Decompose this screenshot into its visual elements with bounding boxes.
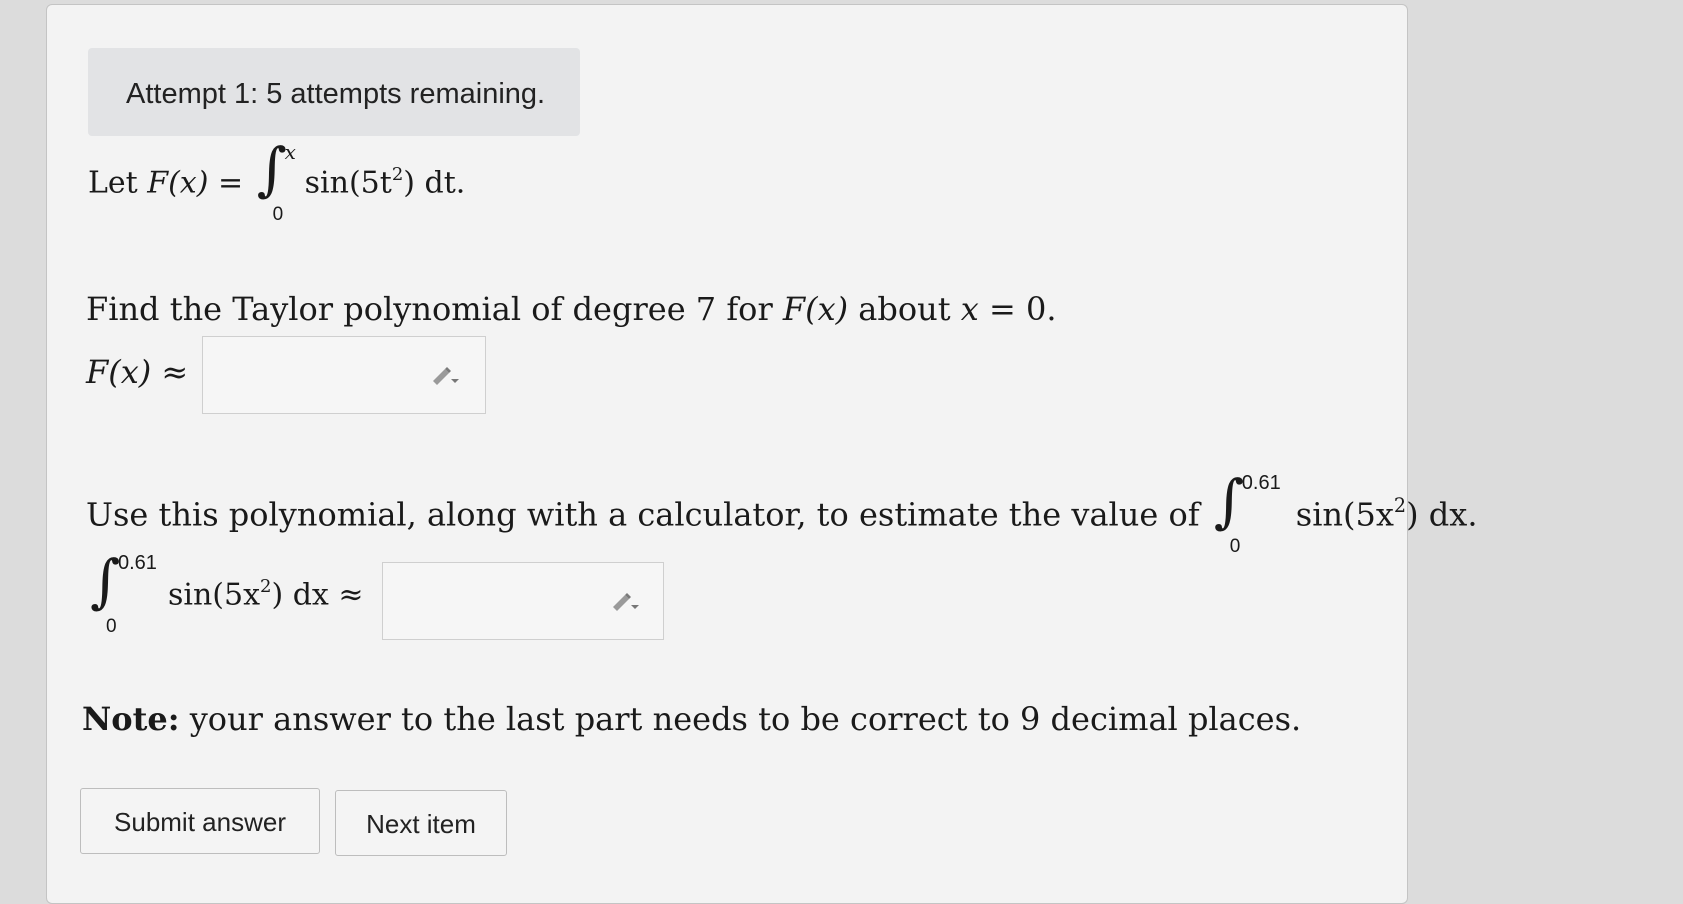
- pencil-icon[interactable]: [429, 363, 459, 385]
- integrand: sin(5t: [304, 165, 392, 201]
- integral-sign: ∫ 0.61 0: [1213, 467, 1281, 558]
- question-1-text: Find the Taylor polynomial of degree 7 f…: [86, 290, 1057, 328]
- q1-function: F(x): [782, 290, 849, 328]
- note-text: your answer to the last part needs to be…: [179, 700, 1302, 738]
- q1-text-part: about: [848, 290, 961, 328]
- lower-limit: 0: [272, 204, 284, 226]
- integral-sign: ∫ 0.61 0: [90, 547, 157, 638]
- attempt-banner: Attempt 1: 5 attempts remaining.: [88, 48, 580, 136]
- upper-limit: x: [284, 140, 296, 165]
- integral-estimate-input[interactable]: [382, 562, 664, 640]
- q1-text-part: Find the Taylor polynomial of degree 7 f…: [86, 290, 783, 328]
- exponent: 2: [391, 164, 404, 185]
- q2-answer-label: ∫ 0.61 0 sin(5x2) dx ≈: [86, 547, 364, 638]
- lower-limit: 0: [1229, 536, 1241, 558]
- q1-text-part: = 0.: [978, 290, 1057, 328]
- let-label: Let: [88, 165, 148, 201]
- upper-limit: 0.61: [118, 552, 157, 575]
- q1-variable: x: [960, 290, 979, 328]
- lower-limit: 0: [106, 616, 117, 638]
- q2-integrand: sin(5x: [1295, 495, 1394, 534]
- pencil-icon[interactable]: [609, 589, 639, 611]
- q2-label-exponent: 2: [260, 576, 272, 597]
- q1-answer-label: F(x) ≈: [86, 353, 189, 391]
- upper-limit: 0.61: [1241, 472, 1281, 495]
- q2-label-integrand: sin(5x: [168, 577, 261, 613]
- note-label: Note:: [82, 700, 180, 738]
- submit-answer-button[interactable]: Submit answer: [80, 788, 320, 854]
- q2-text-part: Use this polynomial, along with a calcul…: [86, 495, 1210, 534]
- q2-label-tail: ) dx ≈: [271, 577, 364, 613]
- function-lhs: F(x) =: [147, 165, 253, 201]
- integral-sign: ∫ x 0: [256, 135, 296, 226]
- q2-integrand-tail: ) dx.: [1406, 495, 1478, 534]
- q2-exponent: 2: [1393, 494, 1407, 517]
- question-2-text: Use this polynomial, along with a calcul…: [86, 467, 1478, 558]
- question-panel: [46, 4, 1408, 904]
- taylor-polynomial-input[interactable]: [202, 336, 486, 414]
- precision-note: Note: your answer to the last part needs…: [82, 700, 1301, 738]
- function-definition: Let F(x) = ∫ x 0 sin(5t2) dt.: [88, 135, 466, 226]
- next-item-button[interactable]: Next item: [335, 790, 507, 856]
- integrand-tail: ) dt.: [403, 165, 466, 201]
